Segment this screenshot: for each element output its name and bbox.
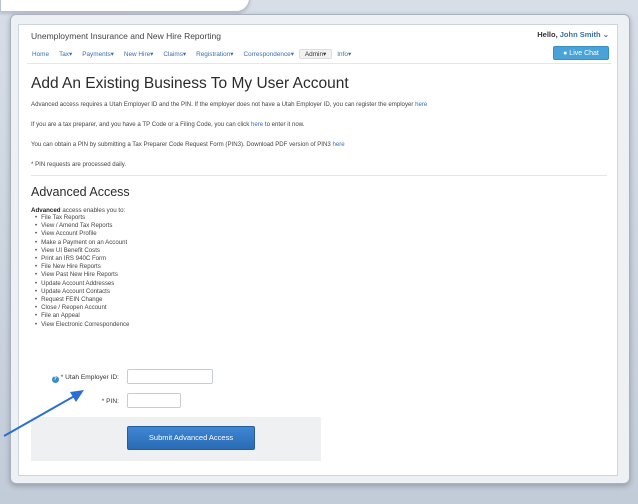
- list-item: File Tax Reports: [35, 214, 129, 222]
- pin-input[interactable]: [127, 393, 181, 408]
- nav-new-hire[interactable]: New Hire▾: [119, 50, 159, 58]
- list-item: File an Appeal: [35, 312, 129, 320]
- user-menu[interactable]: Hello, John Smith ⌄: [537, 30, 609, 39]
- chat-bubble-icon: ●: [563, 50, 568, 57]
- paragraph-pin-note: * PIN requests are processed daily.: [31, 161, 127, 168]
- annotation-arrow: [3, 390, 84, 437]
- list-item: File New Hire Reports: [35, 263, 129, 271]
- section-heading: Advanced Access: [31, 185, 130, 199]
- section-divider: [31, 175, 607, 176]
- app-title: Unemployment Insurance and New Hire Repo…: [31, 31, 221, 41]
- chevron-down-icon[interactable]: ⌄: [603, 30, 609, 39]
- nav-payments[interactable]: Payments▾: [77, 50, 119, 58]
- nav-correspondence[interactable]: Correspondence▾: [238, 50, 298, 58]
- employer-id-input[interactable]: [127, 369, 213, 384]
- list-item: View Account Profile: [35, 230, 129, 238]
- live-chat-label: Live Chat: [569, 50, 599, 57]
- page-container: Unemployment Insurance and New Hire Repo…: [18, 24, 618, 476]
- list-item: View Past New Hire Reports: [35, 271, 129, 279]
- main-nav: Home Tax▾ Payments▾ New Hire▾ Claims▾ Re…: [27, 47, 356, 61]
- nav-claims[interactable]: Claims▾: [158, 50, 191, 58]
- list-item: View / Amend Tax Reports: [35, 222, 129, 230]
- list-item: Make a Payment on an Account: [35, 239, 129, 247]
- list-item: View Electronic Correspondence: [35, 321, 129, 329]
- live-chat-button[interactable]: ● Live Chat: [553, 46, 609, 60]
- nav-registration[interactable]: Registration▾: [191, 50, 238, 58]
- register-employer-link[interactable]: here: [415, 101, 427, 108]
- list-item: Update Account Addresses: [35, 280, 129, 288]
- arrow-head: [70, 390, 84, 402]
- list-item: Request FEIN Change: [35, 296, 129, 304]
- list-item: Print an IRS 940C Form: [35, 255, 129, 263]
- paragraph-advanced-requirement: Advanced access requires a Utah Employer…: [31, 101, 428, 108]
- nav-divider: [27, 63, 611, 64]
- greeting-label: Hello,: [537, 30, 558, 39]
- list-item: View UI Benefit Costs: [35, 247, 129, 255]
- page-title: Add An Existing Business To My User Acco…: [31, 75, 349, 92]
- arrow-shaft: [3, 393, 79, 437]
- nav-tax[interactable]: Tax▾: [54, 50, 77, 58]
- nav-home[interactable]: Home: [27, 51, 54, 58]
- user-name[interactable]: John Smith: [560, 30, 601, 39]
- top-tab-decoration: [0, 0, 250, 12]
- enter-tp-code-link[interactable]: here: [251, 121, 263, 128]
- feature-list: File Tax Reports View / Amend Tax Report…: [35, 214, 129, 329]
- advanced-intro: Advanced access enables you to:: [31, 207, 126, 214]
- nav-admin[interactable]: Admin▾: [298, 49, 333, 59]
- paragraph-pin-request: You can obtain a PIN by submitting a Tax…: [31, 141, 345, 148]
- download-pin3-link[interactable]: here: [332, 141, 344, 148]
- submit-advanced-access-button[interactable]: Submit Advanced Access: [127, 426, 255, 450]
- list-item: Update Account Contacts: [35, 288, 129, 296]
- paragraph-tax-preparer: If you are a tax preparer, and you have …: [31, 121, 305, 128]
- list-item: Close / Reopen Account: [35, 304, 129, 312]
- nav-info[interactable]: Info▾: [332, 50, 356, 58]
